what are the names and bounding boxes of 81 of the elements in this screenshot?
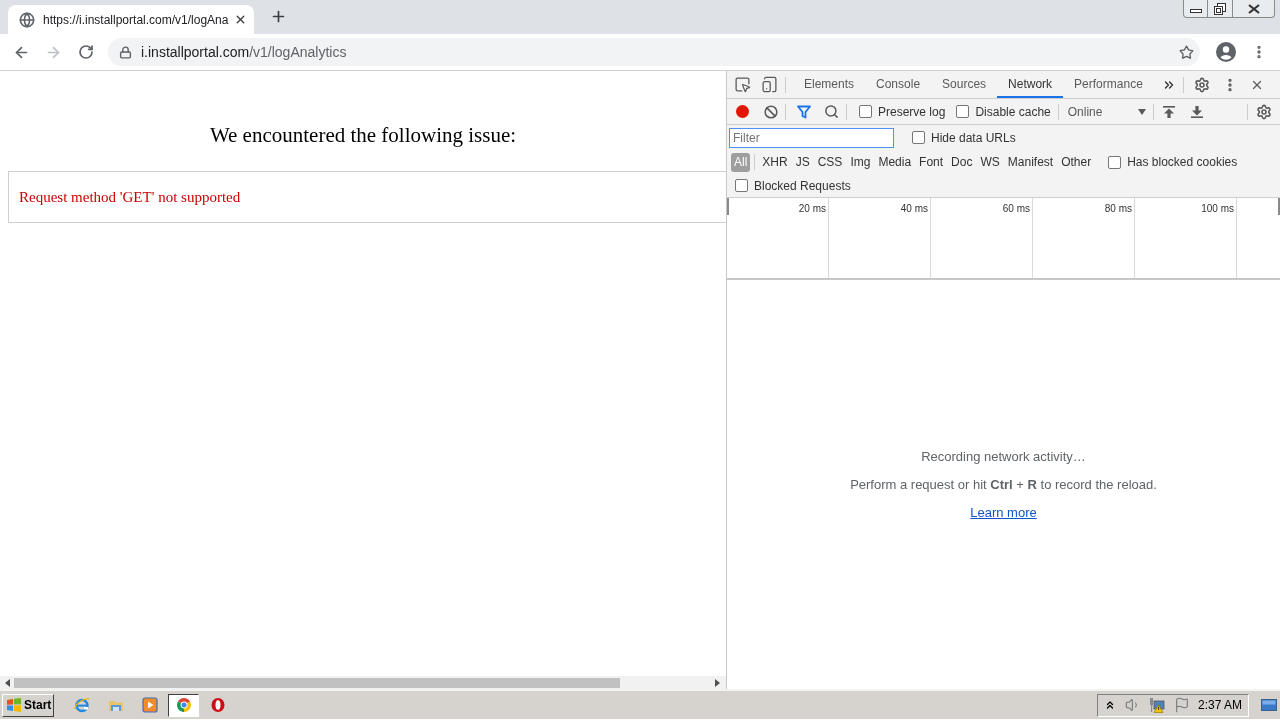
- filter-input[interactable]: Filter: [729, 127, 894, 148]
- tick-label: 100 ms: [1201, 202, 1234, 216]
- clock[interactable]: 2:37 AM: [1197, 696, 1242, 714]
- scroll-left-icon[interactable]: [5, 678, 10, 687]
- devtools-tab[interactable]: Console: [865, 71, 932, 98]
- range-handle[interactable]: [727, 198, 729, 215]
- checkbox[interactable]: [956, 105, 970, 118]
- filter-icon[interactable]: [797, 104, 811, 119]
- type-filter-button[interactable]: CSS: [814, 152, 846, 172]
- new-tab-icon[interactable]: [270, 8, 287, 25]
- network-settings-icon[interactable]: [1256, 103, 1272, 120]
- minimize-icon: [1189, 9, 1202, 13]
- import-har-icon[interactable]: [1162, 105, 1175, 118]
- lock-icon: [119, 45, 132, 59]
- address-bar[interactable]: i.installportal.com/v1/logAnalytics: [108, 38, 1200, 66]
- scroll-right-icon[interactable]: [715, 678, 720, 687]
- restore-icon: [1214, 2, 1226, 15]
- record-icon[interactable]: [736, 105, 749, 118]
- horizontal-scrollbar[interactable]: [0, 676, 726, 689]
- type-filter-button[interactable]: Other: [1058, 152, 1095, 172]
- tab-title: https://i.installportal.com/v1/logAna: [43, 11, 230, 28]
- browser-tab[interactable]: https://i.installportal.com/v1/logAna: [8, 5, 254, 34]
- checkbox-label: Hide data URLs: [931, 129, 1016, 147]
- empty-state-hint: Perform a request or hit Ctrl + R to record the reload.: [850, 475, 1157, 494]
- start-button[interactable]: Start: [2, 693, 54, 717]
- checkbox-label: Has blocked cookies: [1127, 154, 1238, 171]
- checkbox[interactable]: [1108, 155, 1122, 169]
- type-filter-button[interactable]: Img: [847, 152, 874, 172]
- checkbox-label: Preserve log: [878, 103, 946, 121]
- windows-logo-icon: [6, 697, 22, 713]
- close-icon: [1247, 3, 1260, 14]
- show-desktop-icon[interactable]: [1261, 699, 1277, 711]
- type-filter-button[interactable]: Media: [875, 152, 915, 172]
- checkbox[interactable]: [735, 179, 748, 192]
- empty-state-title: Recording network activity…: [921, 447, 1086, 466]
- checkbox-label: Disable cache: [975, 103, 1051, 121]
- action-center-flag-icon[interactable]: [1173, 697, 1190, 713]
- checkbox[interactable]: [912, 131, 925, 144]
- type-filter-button[interactable]: Font: [916, 152, 947, 172]
- checkbox-label: Blocked Requests: [754, 177, 851, 195]
- type-filter-button[interactable]: XHR: [759, 152, 791, 172]
- error-message: Request method 'GET' not supported: [19, 188, 241, 206]
- restore-button[interactable]: [1208, 0, 1233, 18]
- url-text: i.installportal.com/v1/logAnalytics: [141, 43, 347, 61]
- inspect-icon[interactable]: [734, 76, 751, 93]
- type-filter-button[interactable]: JS: [792, 152, 813, 172]
- tick-label: 80 ms: [1104, 202, 1132, 216]
- reload-icon[interactable]: [78, 44, 94, 60]
- media-player-icon: [141, 697, 158, 713]
- search-icon[interactable]: [824, 104, 839, 119]
- settings-icon[interactable]: [1193, 76, 1210, 93]
- tick-label: 40 ms: [900, 202, 928, 216]
- devtools-tab[interactable]: Elements: [793, 71, 866, 98]
- circle-logo-icon: [175, 697, 192, 713]
- network-warning-icon[interactable]: [1148, 697, 1165, 713]
- devtools-tab[interactable]: Performance: [1063, 71, 1154, 98]
- minimize-button[interactable]: [1183, 0, 1208, 18]
- tick-label: 60 ms: [1002, 202, 1030, 216]
- account-icon[interactable]: [1216, 42, 1236, 62]
- dropdown-caret-icon: [1137, 108, 1146, 115]
- checkbox[interactable]: [859, 105, 872, 118]
- export-har-icon[interactable]: [1190, 105, 1203, 118]
- page-heading: We encountered the following issue:: [208, 122, 518, 148]
- type-filter-button[interactable]: WS: [977, 152, 1003, 172]
- device-toolbar-icon[interactable]: [761, 76, 778, 93]
- type-filter-button[interactable]: Manifest: [1004, 152, 1057, 172]
- tick-label: 20 ms: [798, 202, 826, 216]
- clear-icon[interactable]: [764, 104, 778, 119]
- type-filter-button[interactable]: Doc: [948, 152, 976, 172]
- e-logo-icon: [73, 697, 90, 713]
- taskbar-button[interactable]: [168, 693, 199, 717]
- close-tab-icon[interactable]: [234, 13, 247, 26]
- globe-icon: [19, 11, 35, 28]
- bookmark-star-icon[interactable]: [1179, 44, 1194, 60]
- scrollbar-thumb[interactable]: [14, 677, 620, 688]
- learn-more-link[interactable]: Learn more: [970, 503, 1037, 522]
- range-handle[interactable]: [1278, 198, 1280, 215]
- close-window-button[interactable]: [1233, 0, 1275, 18]
- devtools-tab[interactable]: Sources: [931, 71, 998, 98]
- o-logo-icon: [209, 697, 226, 713]
- throttling-dropdown[interactable]: Online: [1067, 102, 1146, 121]
